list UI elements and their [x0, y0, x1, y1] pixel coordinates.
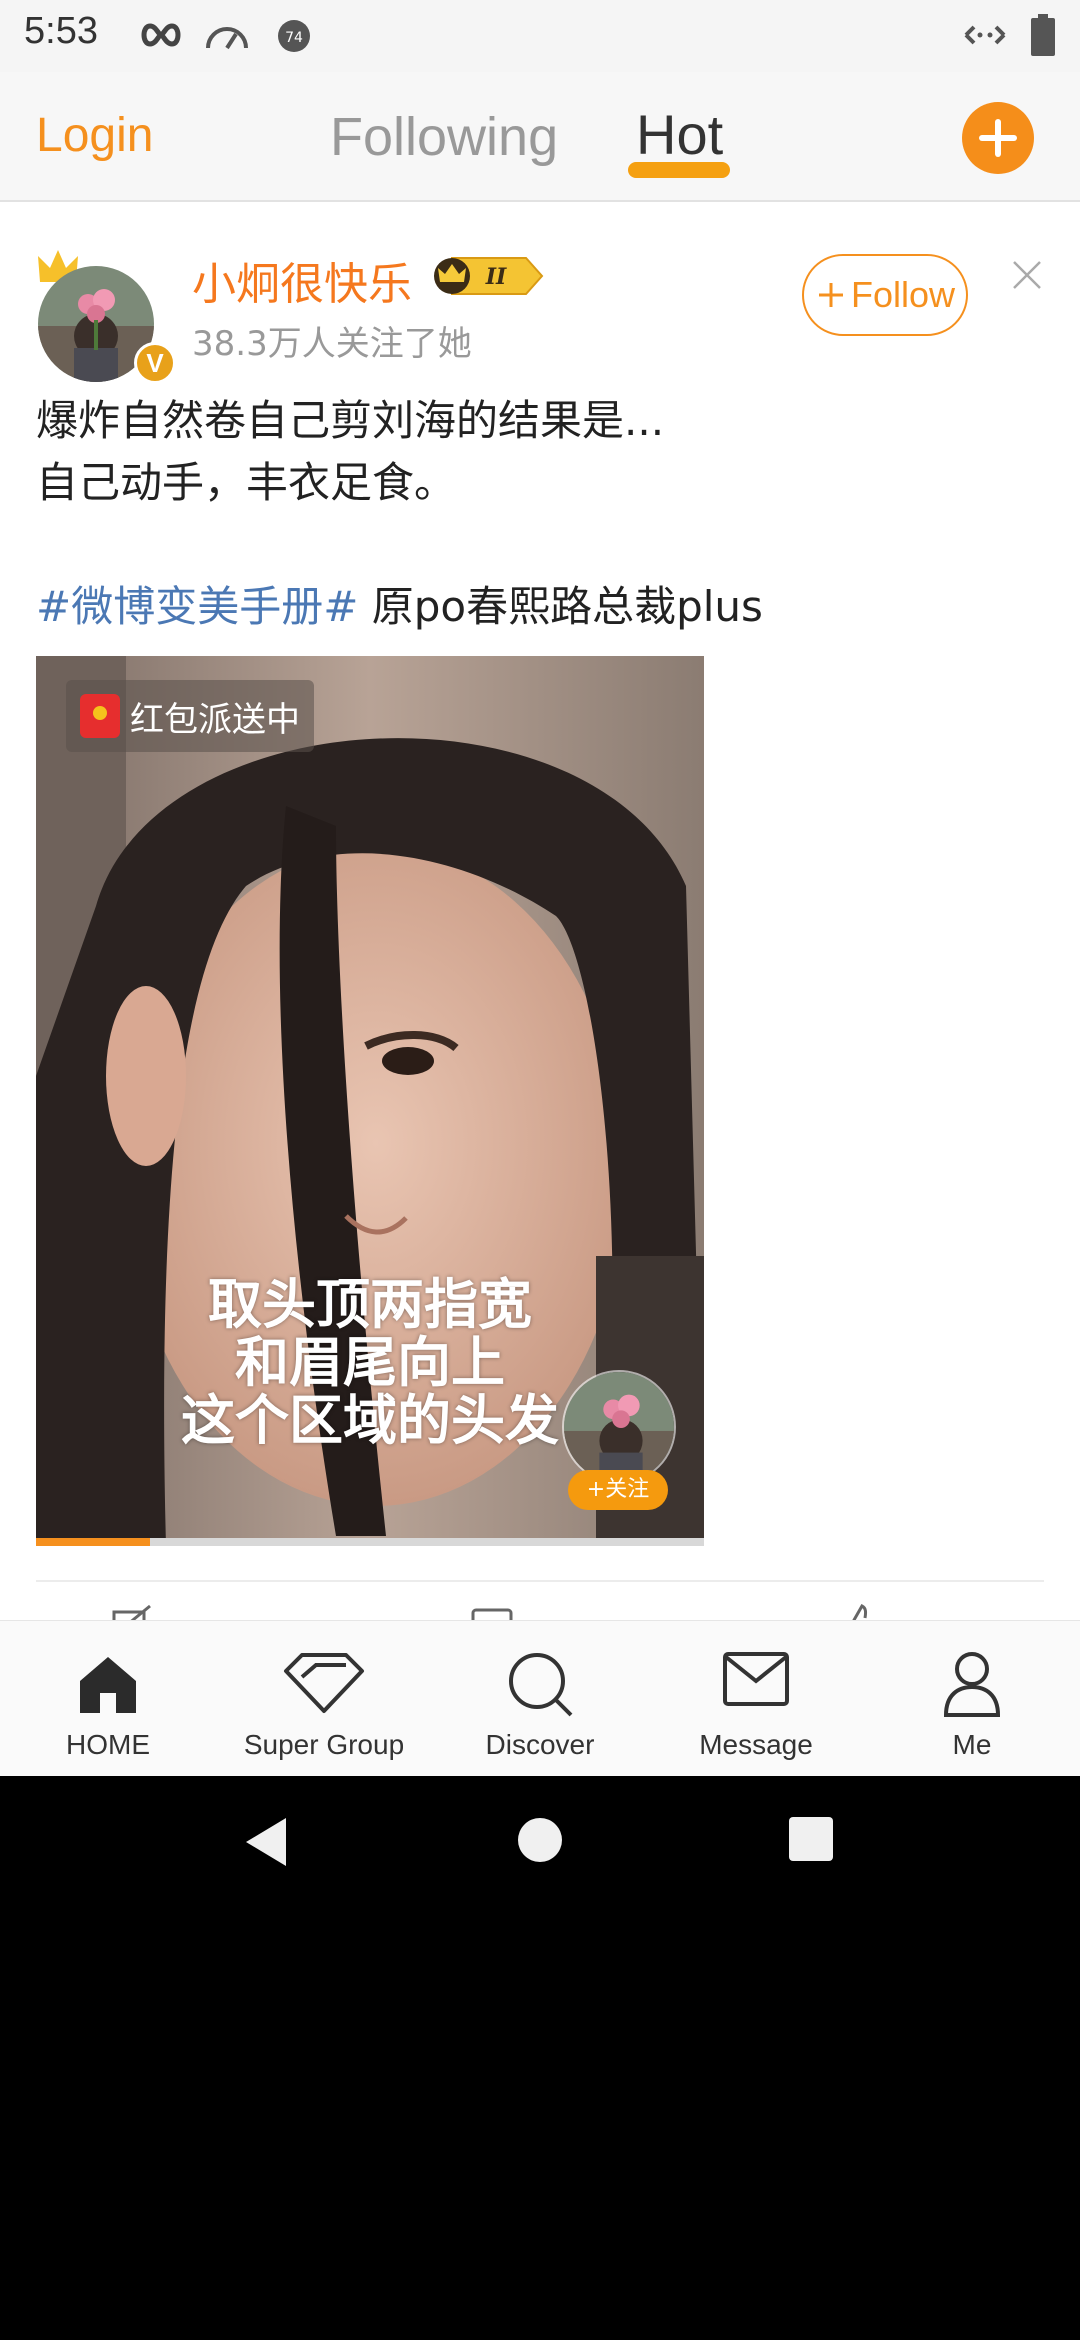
follow-button[interactable]: Follow — [802, 254, 968, 336]
badge-number: 74 — [285, 30, 303, 46]
tab-message[interactable]: Message — [648, 1621, 864, 1776]
home-icon — [80, 1657, 136, 1713]
post-body[interactable]: 爆炸自然卷自己剪刘海的结果是... 自己动手，丰衣足食。 #微博变美手册# 原p… — [36, 390, 1046, 638]
tab-hot[interactable]: Hot — [636, 102, 723, 167]
back-icon[interactable] — [242, 1816, 290, 1872]
data-arrows-icon — [962, 20, 1008, 54]
tab-label: Super Group — [243, 1729, 405, 1760]
red-packet-icon — [80, 694, 120, 738]
caption-line: 取头顶两指宽 — [208, 1273, 532, 1336]
video-player[interactable]: 红包派送中 取头顶两指宽 和眉尾向上 这个区域的头发 +关注 — [36, 656, 704, 1546]
video-follow-button[interactable]: +关注 — [568, 1470, 668, 1510]
post-tag-line: #微博变美手册# 原po春熙路总裁plus — [36, 576, 1046, 638]
system-nav-bar — [0, 1776, 1080, 1916]
tab-label: HOME — [66, 1729, 150, 1760]
infinity-icon — [140, 22, 182, 52]
verified-badge-icon: V — [134, 342, 176, 384]
search-icon — [509, 1653, 573, 1717]
video-author-avatar[interactable] — [562, 1370, 676, 1484]
top-nav: Login Following Hot — [0, 72, 1080, 202]
follower-count: 38.3万人关注了她 — [192, 324, 472, 364]
tab-super-group[interactable]: Super Group — [216, 1621, 432, 1776]
post-text-line: 爆炸自然卷自己剪刘海的结果是... — [36, 396, 665, 445]
post-text-line: 自己动手，丰衣足食。 — [36, 458, 457, 507]
tab-discover[interactable]: Discover — [432, 1621, 648, 1776]
plus-icon — [979, 119, 1017, 157]
follow-button-label: Follow — [850, 274, 956, 315]
login-link[interactable]: Login — [36, 108, 153, 163]
video-progress-bar[interactable] — [36, 1538, 704, 1546]
notification-badge-icon: 74 — [276, 18, 312, 58]
tab-following[interactable]: Following — [330, 106, 558, 168]
divider — [36, 1580, 1044, 1582]
post-text-suffix: 原po春熙路总裁plus — [358, 582, 763, 631]
envelope-icon — [723, 1652, 789, 1706]
post-blank-line — [36, 514, 1046, 576]
video-progress-fill — [36, 1538, 150, 1546]
hashtag-link[interactable]: #微博变美手册# — [36, 582, 358, 631]
diamond-icon — [284, 1653, 364, 1713]
author-name[interactable]: 小炯很快乐 — [192, 248, 412, 312]
speedometer-icon — [204, 18, 250, 56]
battery-icon — [1030, 14, 1056, 60]
author-avatar-group[interactable]: V — [28, 224, 176, 384]
tab-label: Me — [952, 1729, 992, 1760]
bottom-tab-bar: HOME Super Group Discover Message Me — [0, 1620, 1080, 1776]
recents-icon[interactable] — [788, 1816, 834, 1866]
level-badge-icon: II — [430, 256, 546, 300]
red-packet-label: 红包派送中 — [130, 699, 300, 740]
tab-label: Message — [699, 1729, 813, 1760]
tab-label: Discover — [485, 1729, 595, 1760]
close-icon[interactable] — [1012, 260, 1042, 294]
red-packet-badge[interactable]: 红包派送中 — [66, 680, 314, 752]
person-icon — [943, 1652, 1001, 1717]
home-circle-icon[interactable] — [516, 1816, 564, 1868]
plus-icon — [818, 283, 843, 307]
status-bar: 5:53 74 — [0, 0, 1080, 72]
compose-button[interactable] — [962, 102, 1034, 174]
level-text: II — [485, 264, 507, 290]
tab-me[interactable]: Me — [864, 1621, 1080, 1776]
app-screen: 5:53 74 Login Following Hot V 小炯很快乐 II 3… — [0, 0, 1080, 1776]
tab-home[interactable]: HOME — [0, 1621, 216, 1776]
active-tab-indicator — [628, 162, 730, 178]
status-time: 5:53 — [24, 10, 98, 52]
